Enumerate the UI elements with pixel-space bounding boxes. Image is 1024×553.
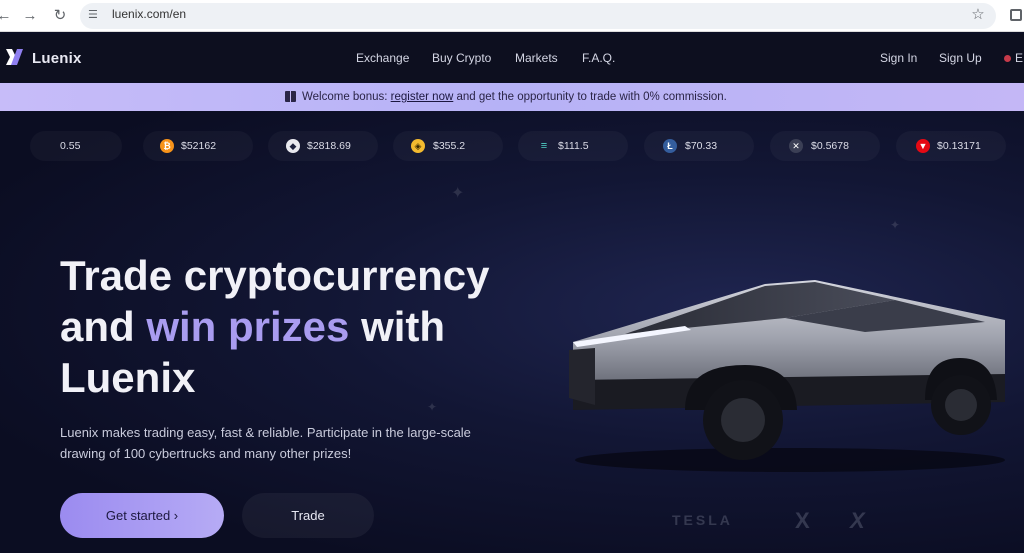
url-text[interactable]: luenix.com/en — [112, 7, 186, 21]
hero-title: Trade cryptocurrency and win prizes with… — [60, 250, 540, 403]
nav-faq[interactable]: F.A.Q. — [582, 51, 615, 65]
hero-description: Luenix makes trading easy, fast & reliab… — [60, 425, 471, 461]
bookmark-star-icon[interactable]: ☆ — [969, 6, 987, 24]
sparkle-icon: ✦ — [451, 185, 465, 202]
back-icon[interactable]: ← — [0, 6, 14, 26]
hero-title-text: with — [349, 303, 446, 350]
xai-logo: X — [850, 508, 865, 533]
sign-up-link[interactable]: Sign Up — [939, 51, 982, 65]
ticker-price: $2818.69 — [307, 140, 351, 152]
bnb-icon: ◈ — [411, 139, 425, 153]
address-bar[interactable] — [80, 3, 996, 29]
cybertruck-image — [569, 280, 1005, 472]
sign-in-link[interactable]: Sign In — [880, 51, 917, 65]
nav-markets[interactable]: Markets — [515, 51, 558, 65]
hero-title-line3: Luenix — [60, 354, 196, 401]
flag-icon — [1004, 55, 1011, 62]
xrp-icon: ✕ — [789, 139, 803, 153]
banner-suffix: and get the opportunity to trade with 0%… — [453, 91, 727, 103]
bitcoin-icon: ₿ — [160, 139, 174, 153]
luenix-logo-icon[interactable] — [4, 46, 26, 68]
tesla-logo: TESLA — [672, 512, 733, 528]
ticker-price: $52162 — [181, 140, 217, 152]
ethereum-icon: ◆ — [286, 139, 300, 153]
banner-text: Welcome bonus: register now and get the … — [302, 91, 727, 103]
register-now-link[interactable]: register now — [391, 91, 454, 103]
hero-title-line2: and win prizes with — [60, 301, 540, 352]
trade-button[interactable]: Trade — [242, 493, 374, 538]
ticker-price: $111.5 — [558, 140, 589, 152]
solana-icon: ≡ — [540, 140, 548, 152]
litecoin-icon: Ł — [663, 139, 677, 153]
language-selector[interactable]: E — [1004, 51, 1023, 65]
banner-prefix: Welcome bonus: — [302, 91, 391, 103]
site-header — [0, 34, 1024, 82]
ticker-price: $0.13171 — [937, 140, 981, 152]
reload-icon[interactable]: ↻ — [50, 6, 70, 26]
get-started-button[interactable]: Get started › — [60, 493, 224, 538]
gift-icon — [285, 91, 296, 102]
ticker-price: 0.55 — [60, 140, 81, 152]
ticker-price: $70.33 — [685, 140, 718, 152]
language-label: E — [1015, 51, 1024, 65]
hero-title-text: and — [60, 303, 147, 350]
site-info-icon[interactable]: ☰ — [88, 8, 102, 22]
nav-buy-crypto[interactable]: Buy Crypto — [432, 51, 491, 65]
x-logo: X — [795, 508, 810, 533]
logo-text[interactable]: Luenix — [32, 50, 82, 67]
forward-icon[interactable]: → — [20, 6, 40, 26]
sparkle-icon: ✦ — [890, 218, 901, 232]
side-panel-icon[interactable] — [1010, 9, 1022, 21]
hero-title-line1: Trade cryptocurrency — [60, 252, 490, 299]
ticker-price: $0.5678 — [811, 140, 849, 152]
nav-exchange[interactable]: Exchange — [356, 51, 409, 65]
tron-icon: ▼ — [916, 139, 930, 153]
hero-title-accent: win prizes — [146, 303, 350, 350]
ticker-price: $355.2 — [433, 140, 466, 152]
